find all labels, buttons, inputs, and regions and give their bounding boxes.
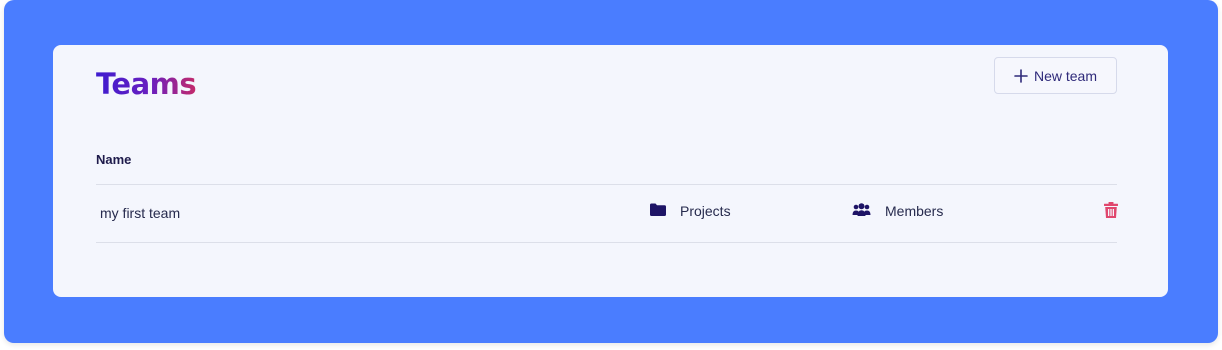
column-header-name: Name — [96, 152, 132, 167]
members-label: Members — [885, 203, 944, 219]
trash-icon[interactable] — [1104, 202, 1118, 218]
table-divider — [96, 242, 1117, 243]
projects-link[interactable]: Projects — [650, 203, 731, 219]
members-link[interactable]: Members — [852, 203, 943, 219]
team-name: my first team — [100, 205, 181, 221]
page-title: Teams — [96, 67, 197, 101]
plus-icon — [1014, 68, 1028, 83]
new-team-label: New team — [1033, 67, 1098, 84]
folder-icon — [650, 203, 666, 219]
users-icon — [852, 203, 871, 219]
new-team-button[interactable]: New team — [994, 57, 1117, 94]
page-background: Teams New team Name my first team Projec… — [4, 0, 1218, 343]
teams-card: Teams New team Name my first team Projec… — [53, 45, 1168, 297]
table-row: my first team Projects Members — [96, 185, 1118, 242]
projects-label: Projects — [680, 203, 731, 219]
